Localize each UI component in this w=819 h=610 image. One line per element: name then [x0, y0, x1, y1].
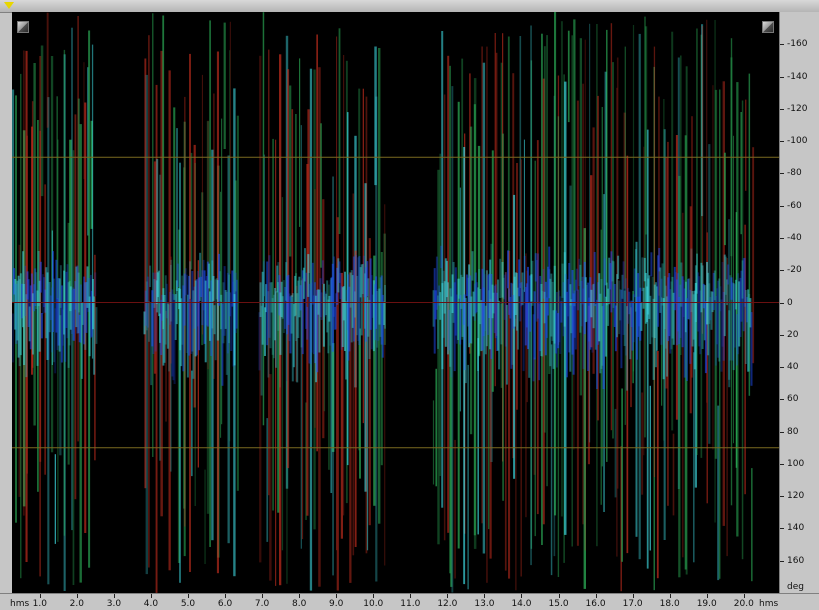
time-tick-label: 10.0 [363, 599, 384, 609]
time-tick-label: 7.0 [254, 599, 270, 609]
time-tick [447, 594, 449, 598]
degree-tick-label: -160 [787, 39, 808, 50]
time-tick-label: 20.0 [733, 599, 754, 609]
degree-tick-label: -60 [787, 200, 802, 211]
time-tick [262, 594, 264, 598]
time-tick [558, 594, 560, 598]
degree-tick [780, 560, 784, 562]
degree-tick-label: 80 [787, 426, 799, 437]
degree-tick [780, 431, 784, 433]
time-tick-label: 6.0 [217, 599, 233, 609]
degree-tick [780, 108, 784, 110]
time-tick-label: 1.0 [32, 599, 47, 609]
playhead-marker-icon[interactable] [4, 2, 14, 9]
time-tick [76, 594, 78, 598]
time-tick [225, 594, 227, 598]
time-tick [484, 594, 486, 598]
time-tick-label: 19.0 [696, 599, 717, 609]
degree-tick-label: 160 [787, 555, 805, 566]
time-tick-label: 2.0 [69, 599, 84, 609]
degree-tick-label: -100 [787, 136, 808, 147]
time-tick [336, 594, 338, 598]
degree-tick [780, 528, 784, 530]
degree-tick [780, 496, 784, 498]
time-unit-label-left: hms [10, 599, 30, 609]
time-tick-label: 14.0 [511, 599, 532, 609]
zoom-corner-icon[interactable] [17, 21, 29, 33]
degree-tick-label: 140 [787, 523, 805, 534]
time-tick [150, 594, 152, 598]
degree-tick [780, 44, 784, 46]
degree-tick [780, 270, 784, 272]
phase-scope-window: -160 -140 -120 -100 -80 -60 -40 -20 0 20 40 60 80 100… [0, 0, 819, 610]
degree-tick [780, 334, 784, 336]
degree-tick-label: 40 [787, 362, 799, 373]
degree-tick-label: 20 [787, 329, 799, 340]
time-tick [669, 594, 671, 598]
time-tick-label: 17.0 [622, 599, 643, 609]
degree-tick [780, 463, 784, 465]
time-tick [595, 594, 597, 598]
degree-axis: -160 -140 -120 -100 -80 -60 -40 -20 0 20 40 60 80 100… [779, 12, 819, 593]
degree-tick [780, 302, 784, 304]
phase-display[interactable] [12, 12, 779, 593]
time-tick-label: 8.0 [291, 599, 307, 609]
degree-tick-label: 120 [787, 491, 805, 502]
degree-tick [780, 205, 784, 207]
time-unit-label-right: hms [759, 599, 779, 609]
degree-tick-label: -120 [787, 103, 808, 114]
degree-tick-label: 0 [787, 297, 793, 308]
time-axis: hms 1.0 2.0 3.0 4.0 5.0 6.0 7.0 8.0 9.0 10.0 11.0 1… [0, 593, 819, 610]
time-tick-label: 9.0 [329, 599, 344, 609]
degree-tick [780, 367, 784, 369]
degree-tick [780, 237, 784, 239]
time-tick-label: 12.0 [437, 599, 458, 609]
degree-unit-label: deg [787, 582, 804, 592]
time-tick-label: 11.0 [400, 599, 421, 609]
degree-tick [780, 399, 784, 401]
zoom-corner-icon[interactable] [762, 21, 774, 33]
time-tick [373, 594, 375, 598]
time-tick-label: 5.0 [180, 599, 196, 609]
degree-tick [780, 173, 784, 175]
time-tick [188, 594, 189, 598]
time-tick [521, 594, 523, 598]
degree-tick-label: -80 [787, 168, 802, 179]
time-tick-label: 15.0 [548, 599, 569, 609]
time-tick [39, 594, 41, 598]
time-tick-label: 16.0 [585, 599, 606, 609]
degree-tick [780, 141, 784, 143]
time-tick-label: 3.0 [106, 599, 122, 609]
time-tick [632, 594, 634, 598]
degree-tick-label: -40 [787, 232, 802, 243]
time-tick-label: 18.0 [659, 599, 680, 609]
time-tick-label: 13.0 [474, 599, 495, 609]
degree-tick-label: 100 [787, 458, 805, 469]
degree-tick-label: -140 [787, 71, 808, 82]
time-tick-label: 4.0 [143, 599, 159, 609]
phase-spectrogram [12, 12, 779, 593]
degree-tick-label: 60 [787, 394, 799, 405]
degree-tick [780, 76, 784, 78]
degree-tick-label: -20 [787, 265, 802, 276]
time-tick [743, 594, 745, 598]
time-tick [113, 594, 115, 598]
time-tick [706, 594, 708, 598]
time-tick [410, 594, 412, 598]
time-tick [299, 594, 301, 598]
